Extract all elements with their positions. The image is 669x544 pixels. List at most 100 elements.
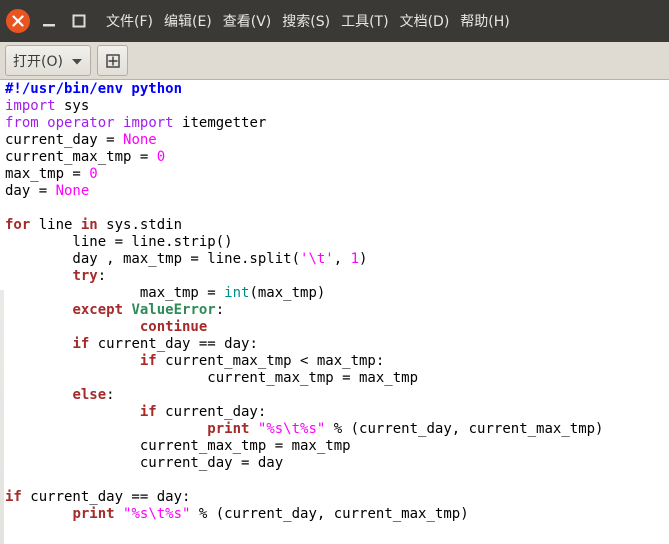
menu-view[interactable]: 查看(V) xyxy=(223,11,272,31)
code-token: max_tmp = xyxy=(5,285,225,301)
code-token: 0 xyxy=(156,149,166,165)
open-button-label: 打开(O) xyxy=(13,53,63,70)
menu-bar: 文件(F) 编辑(E) 查看(V) 搜索(S) 工具(T) 文档(D) 帮助(H… xyxy=(0,0,669,42)
code-line[interactable] xyxy=(5,200,603,217)
code-token: if xyxy=(72,336,90,352)
close-icon xyxy=(12,15,24,27)
code-token: % (current_day, current_max_tmp) xyxy=(190,506,469,522)
code-line[interactable]: current_day = day xyxy=(5,455,603,472)
code-token: #!/usr/bin/env python xyxy=(5,81,183,97)
code-line[interactable]: try: xyxy=(5,268,603,285)
menu-file[interactable]: 文件(F) xyxy=(106,11,153,31)
menu-edit[interactable]: 编辑(E) xyxy=(164,11,212,31)
code-token: None xyxy=(55,183,90,199)
maximize-icon xyxy=(72,14,86,28)
menu-help[interactable]: 帮助(H) xyxy=(460,11,509,31)
text-editor[interactable]: #!/usr/bin/env python import sys from oper… xyxy=(0,80,669,544)
code-token: int xyxy=(224,285,250,301)
code-line[interactable]: continue xyxy=(5,319,603,336)
code-line[interactable]: except ValueError: xyxy=(5,302,603,319)
code-line[interactable]: max_tmp = int(max_tmp) xyxy=(5,285,603,302)
code-token: ValueError xyxy=(131,302,216,318)
code-token: None xyxy=(123,132,157,148)
menu-documents[interactable]: 文档(D) xyxy=(400,11,450,31)
code-token: "%s\t%s" xyxy=(257,421,326,437)
code-token: import xyxy=(5,98,56,114)
code-token: : xyxy=(215,302,225,318)
new-document-button[interactable] xyxy=(97,45,128,76)
code-token: 0 xyxy=(89,166,98,182)
code-token: print xyxy=(72,506,115,522)
code-token: (max_tmp) xyxy=(249,285,326,301)
minimize-icon xyxy=(43,24,55,27)
code-token: "%s\t%s" xyxy=(123,506,191,522)
code-token: continue xyxy=(139,319,208,335)
menu-tools[interactable]: 工具(T) xyxy=(341,11,388,31)
code-line[interactable]: day , max_tmp = line.split('\t', 1) xyxy=(5,251,603,268)
code-token: if xyxy=(5,489,22,505)
background-window-edge xyxy=(0,290,4,544)
code-line[interactable]: else: xyxy=(5,387,603,404)
code-token: if xyxy=(139,353,157,369)
code-token: import xyxy=(123,115,174,131)
code-token: current_day = day xyxy=(5,455,284,471)
code-token: 1 xyxy=(350,251,360,267)
menu-items: 文件(F) 编辑(E) 查看(V) 搜索(S) 工具(T) 文档(D) 帮助(H… xyxy=(106,11,521,31)
code-token: current_max_tmp < max_tmp: xyxy=(156,353,385,369)
code-token: current_day: xyxy=(156,404,267,420)
menu-search[interactable]: 搜索(S) xyxy=(282,11,330,31)
chevron-down-icon xyxy=(71,53,82,69)
code-token: line xyxy=(30,217,81,233)
minimize-button[interactable] xyxy=(38,10,60,32)
code-token: current_day = xyxy=(5,132,124,148)
code-token: max_tmp = xyxy=(5,166,90,182)
code-line[interactable]: max_tmp = 0 xyxy=(5,166,603,183)
code-view[interactable]: #!/usr/bin/env python import sys from oper… xyxy=(5,81,603,523)
code-line[interactable]: if current_day == day: xyxy=(5,336,603,353)
code-token: ) xyxy=(359,251,368,267)
code-token: current_day == day: xyxy=(21,489,191,505)
code-token: print xyxy=(207,421,250,437)
maximize-button[interactable] xyxy=(68,10,90,32)
code-line[interactable]: import sys xyxy=(5,98,603,115)
code-line[interactable]: current_max_tmp = max_tmp xyxy=(5,370,603,387)
code-line[interactable]: current_max_tmp = 0 xyxy=(5,149,603,166)
code-line[interactable]: for line in sys.stdin xyxy=(5,217,603,234)
code-token: except xyxy=(72,302,124,318)
code-token: operator xyxy=(47,115,115,131)
code-line[interactable]: from operator import itemgetter xyxy=(5,115,603,132)
code-line[interactable]: if current_day == day: xyxy=(5,489,603,506)
close-button[interactable] xyxy=(6,9,30,33)
code-line[interactable]: current_day = None xyxy=(5,132,603,149)
code-token: , xyxy=(333,251,351,267)
code-line[interactable]: if current_max_tmp < max_tmp: xyxy=(5,353,603,370)
code-line[interactable]: line = line.strip() xyxy=(5,234,603,251)
code-line[interactable]: day = None xyxy=(5,183,603,200)
code-line[interactable] xyxy=(5,472,603,489)
code-token: from xyxy=(5,115,39,131)
code-line[interactable]: current_max_tmp = max_tmp xyxy=(5,438,603,455)
code-token: % (current_day, current_max_tmp) xyxy=(325,421,604,437)
code-line[interactable]: print "%s\t%s" % (current_day, current_m… xyxy=(5,506,603,523)
code-token: sys xyxy=(55,98,90,114)
open-button[interactable]: 打开(O) xyxy=(5,45,91,76)
code-token: itemgetter xyxy=(173,115,267,131)
code-token: current_day == day: xyxy=(89,336,258,352)
code-token: for xyxy=(5,217,31,233)
code-line[interactable]: print "%s\t%s" % (current_day, current_m… xyxy=(5,421,603,438)
code-line[interactable]: #!/usr/bin/env python xyxy=(5,81,603,98)
code-token: sys.stdin xyxy=(97,217,183,233)
code-line[interactable]: if current_day: xyxy=(5,404,603,421)
code-token: '\t' xyxy=(300,251,334,267)
